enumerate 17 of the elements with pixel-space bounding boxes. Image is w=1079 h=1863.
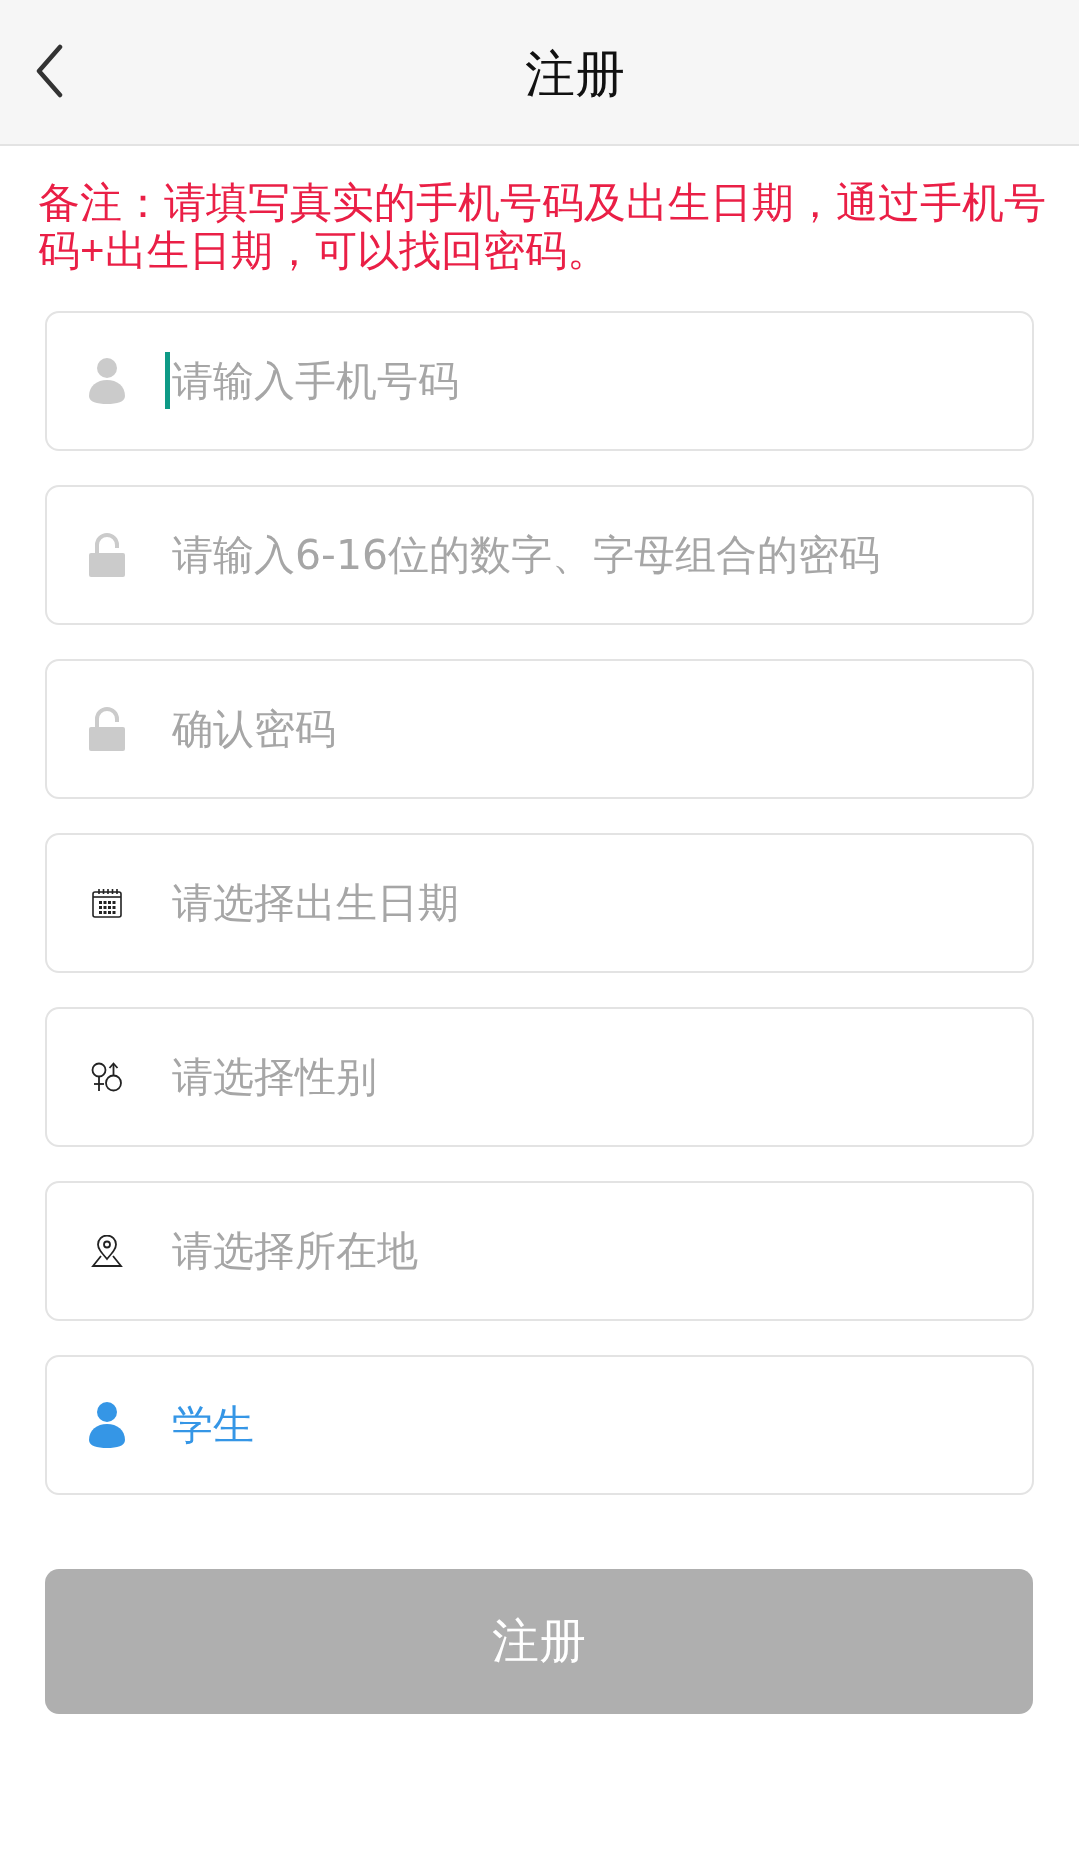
gender-picker[interactable]: 请选择性别 (45, 1007, 1034, 1147)
confirm-password-field[interactable]: 确认密码 (45, 659, 1034, 799)
back-icon[interactable] (34, 44, 64, 98)
password-input-field[interactable]: 请输入6-16位的数字、字母组合的密码 (45, 485, 1034, 625)
birth-date-picker[interactable]: 请选择出生日期 (45, 833, 1034, 973)
role-picker[interactable]: 学生 (45, 1355, 1034, 1495)
phone-input-field[interactable]: 请输入手机号码 (45, 311, 1034, 451)
calendar-icon (92, 888, 122, 918)
location-picker[interactable]: 请选择所在地 (45, 1181, 1034, 1321)
note-text: 备注：请填写真实的手机号码及出生日期，通过手机号码+出生日期，可以找回密码。 (38, 179, 1047, 275)
page-title: 注册 (524, 45, 625, 103)
map-pin-icon (91, 1235, 123, 1267)
gender-symbols-icon (91, 1062, 123, 1092)
person-icon (89, 358, 125, 404)
person-icon (89, 1402, 125, 1448)
padlock-icon (89, 707, 125, 751)
padlock-icon (89, 533, 125, 577)
